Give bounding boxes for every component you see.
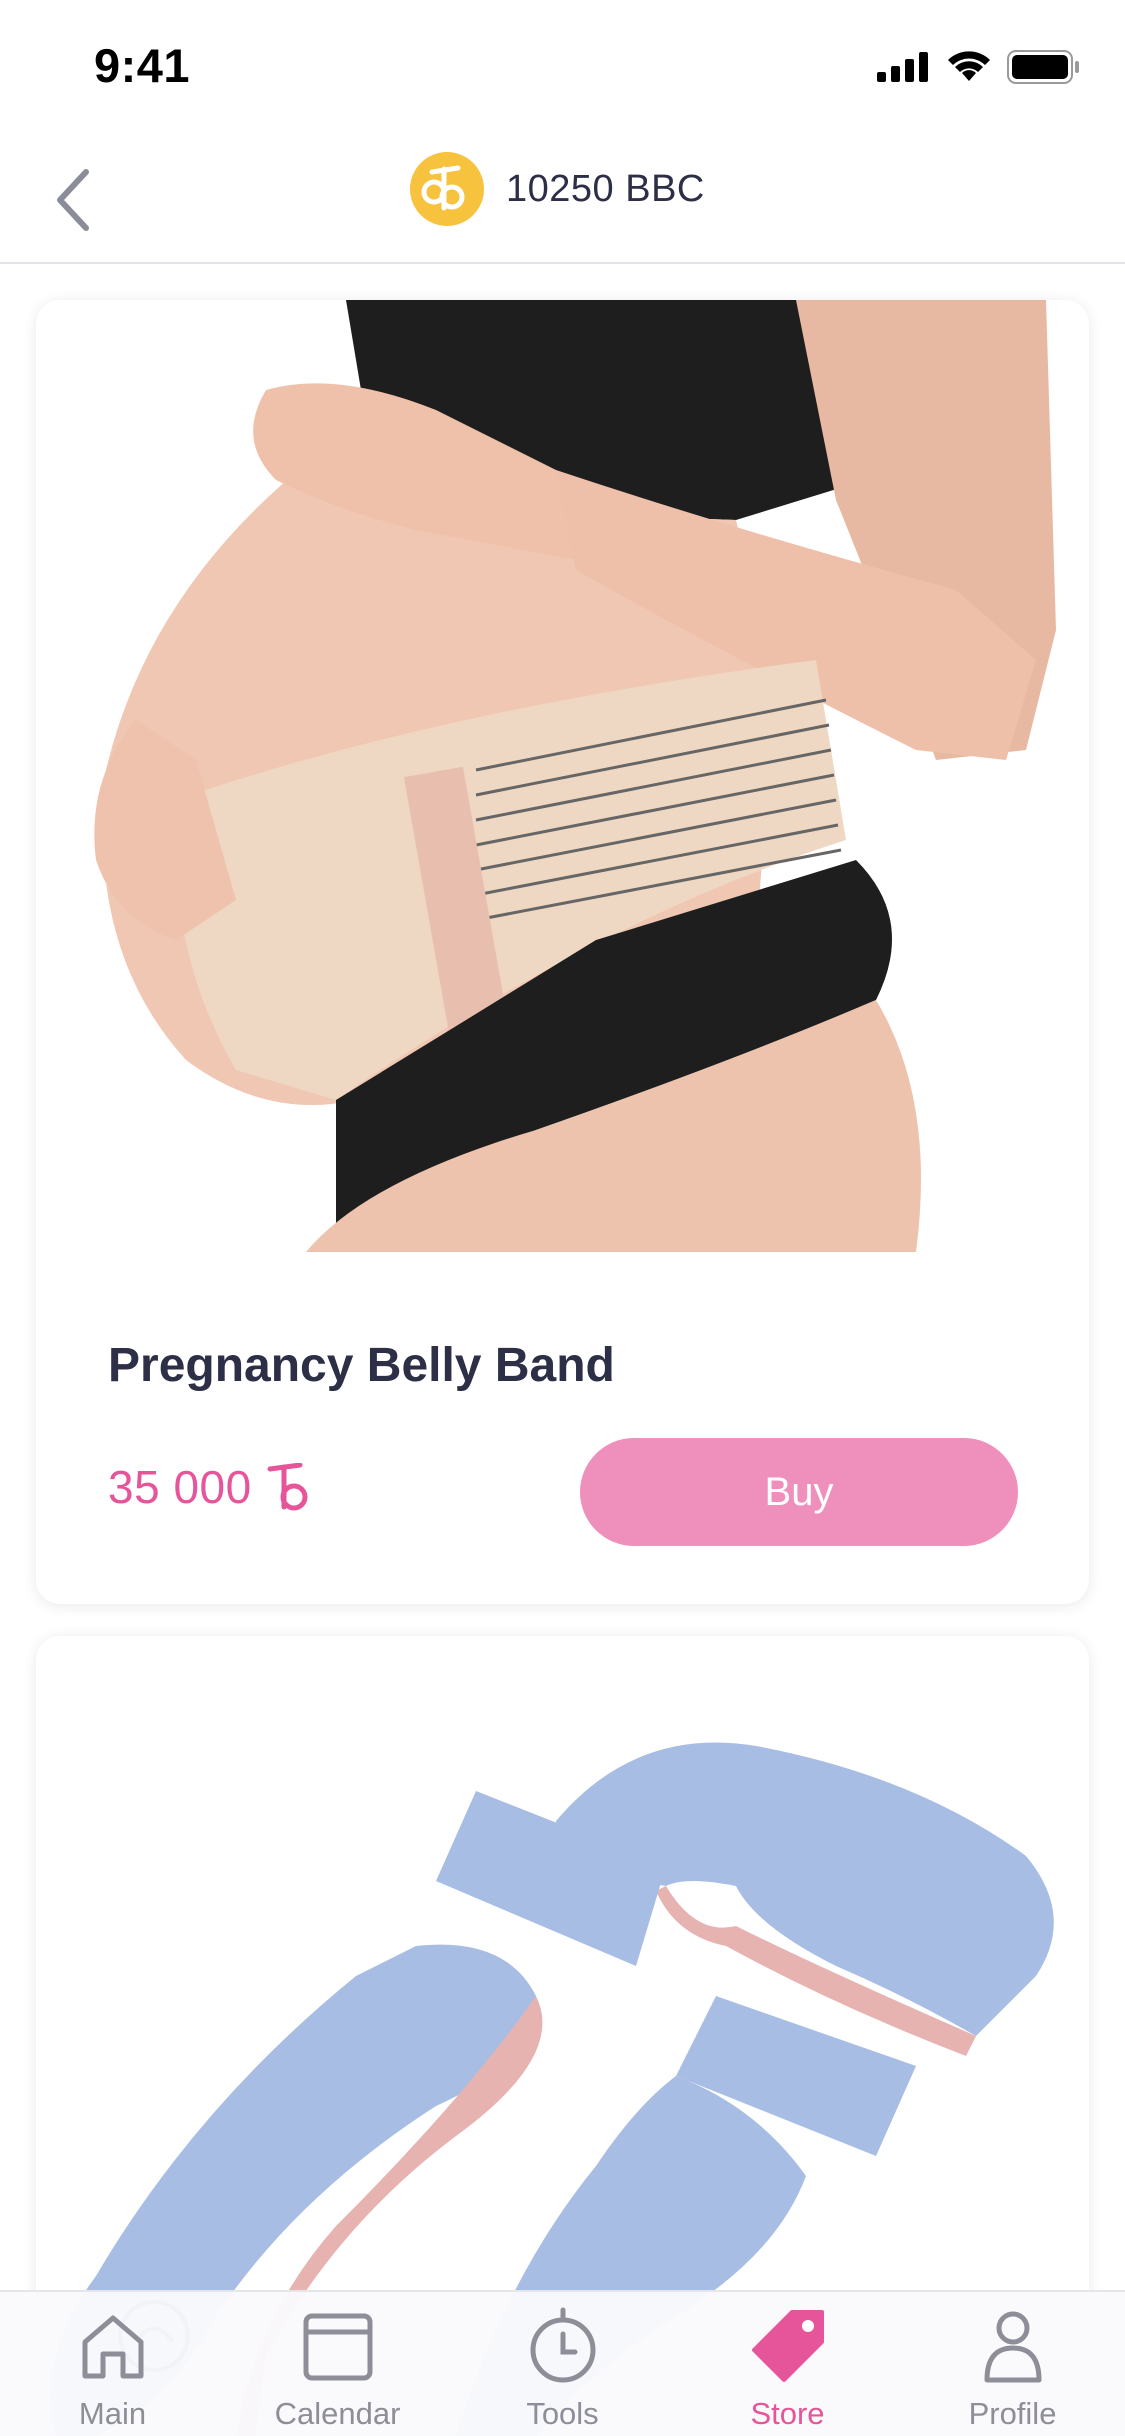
tab-label: Store: [750, 2396, 825, 2431]
chevron-left-icon: [57, 169, 89, 231]
product-image: [36, 300, 1089, 1252]
status-icons: [877, 50, 1081, 84]
tag-icon: [751, 2310, 824, 2382]
timer-icon: [530, 2307, 595, 2383]
tab-label: Calendar: [274, 2396, 401, 2431]
back-button[interactable]: [40, 160, 104, 240]
tab-main[interactable]: Main: [0, 2292, 225, 2436]
wifi-icon: [948, 51, 990, 81]
price-value: 35 000: [108, 1461, 252, 1513]
tab-tools[interactable]: Tools: [450, 2292, 675, 2436]
store-screen: 9:41 10250 BBC Pregnancy Belly Band 35 0…: [0, 0, 1125, 2436]
home-icon: [82, 2315, 143, 2379]
header: 10250 BBC: [0, 130, 1125, 264]
coin-balance: 10250 BBC: [410, 152, 705, 226]
battery-icon: [1007, 50, 1079, 84]
tab-label: Tools: [526, 2396, 599, 2431]
tab-profile[interactable]: Profile: [900, 2292, 1125, 2436]
tab-calendar[interactable]: Calendar: [225, 2292, 450, 2436]
coin-icon: [410, 152, 484, 226]
product-name: Pregnancy Belly Band: [108, 1339, 615, 1392]
product-price: 35 000: [108, 1460, 310, 1514]
tab-label: Profile: [968, 2396, 1057, 2431]
cellular-signal-icon: [877, 52, 928, 82]
tab-bar: Main Calendar Tools Store Profile: [0, 2290, 1125, 2436]
person-icon: [984, 2311, 1041, 2383]
coin-icon: [267, 1463, 308, 1511]
balance-amount: 10250 BBC: [506, 167, 705, 210]
status-time: 9:41: [94, 39, 191, 92]
tab-store[interactable]: Store: [675, 2292, 900, 2436]
calendar-icon: [303, 2313, 372, 2381]
product-card[interactable]: Pregnancy Belly Band 35 000 Buy: [36, 300, 1089, 1604]
buy-button[interactable]: Buy: [580, 1438, 1018, 1546]
status-bar: 9:41: [0, 0, 1125, 130]
tab-label: Main: [78, 2396, 147, 2431]
